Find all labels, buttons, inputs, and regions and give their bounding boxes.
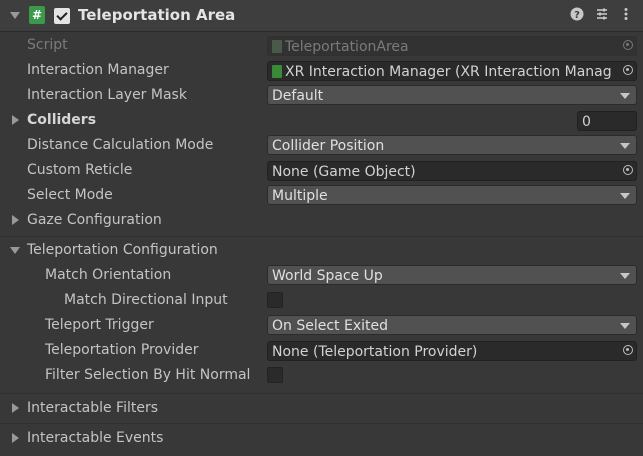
match-orientation-value: World Space Up <box>272 268 383 284</box>
select-mode-label: Select Mode <box>27 187 113 203</box>
interaction-manager-icon <box>272 65 282 78</box>
colliders-label[interactable]: Colliders <box>27 112 96 128</box>
gaze-configuration-foldout-arrow-icon[interactable] <box>12 215 19 225</box>
gaze-configuration-foldout[interactable]: Gaze Configuration <box>27 212 162 228</box>
chevron-down-icon <box>620 193 630 199</box>
script-label: Script <box>27 37 68 53</box>
chevron-down-icon <box>620 323 630 329</box>
teleportation-provider-field[interactable]: None (Teleportation Provider) <box>267 341 637 361</box>
select-mode-dropdown[interactable]: Multiple <box>267 185 637 205</box>
distance-calculation-mode-dropdown[interactable]: Collider Position <box>267 135 637 155</box>
interaction-manager-label: Interaction Manager <box>27 62 169 78</box>
match-orientation-label: Match Orientation <box>45 267 172 283</box>
interaction-layer-mask-dropdown[interactable]: Default <box>267 85 637 105</box>
teleportation-provider-value: None (Teleportation Provider) <box>272 344 478 360</box>
teleport-trigger-label: Teleport Trigger <box>45 317 154 333</box>
match-directional-input-label: Match Directional Input <box>64 292 228 308</box>
teleport-trigger-value: On Select Exited <box>272 318 388 334</box>
interactable-filters-foldout[interactable]: Interactable Filters <box>27 400 158 416</box>
object-picker-icon[interactable] <box>623 65 633 75</box>
interaction-manager-field[interactable]: XR Interaction Manager (XR Interaction M… <box>267 61 637 81</box>
section-divider <box>0 423 643 424</box>
filter-selection-by-hit-normal-checkbox[interactable] <box>267 367 283 383</box>
script-component-icon: # <box>29 6 45 24</box>
interaction-manager-value: XR Interaction Manager (XR Interaction M… <box>285 64 612 80</box>
chevron-down-icon <box>620 143 630 149</box>
colliders-size-field[interactable]: 0 <box>577 111 637 131</box>
distance-calculation-mode-value: Collider Position <box>272 138 385 154</box>
interactable-events-foldout-arrow-icon[interactable] <box>12 433 19 443</box>
component-foldout-arrow-icon[interactable] <box>10 12 20 19</box>
help-icon[interactable]: ? <box>570 7 584 21</box>
select-mode-value: Multiple <box>272 188 328 204</box>
distance-calculation-mode-label: Distance Calculation Mode <box>27 137 214 153</box>
svg-text:?: ? <box>574 10 580 21</box>
custom-reticle-field[interactable]: None (Game Object) <box>267 161 637 181</box>
object-picker-icon[interactable] <box>623 165 633 175</box>
script-field-value: TeleportationArea <box>285 39 409 55</box>
chevron-down-icon <box>620 93 630 99</box>
object-picker-icon[interactable] <box>623 345 633 355</box>
interactable-events-foldout[interactable]: Interactable Events <box>27 430 163 446</box>
teleportation-configuration-foldout[interactable]: Teleportation Configuration <box>27 242 218 258</box>
section-divider <box>0 393 643 394</box>
teleportation-provider-label: Teleportation Provider <box>45 342 199 358</box>
component-header[interactable]: # Teleportation Area ? <box>0 0 643 32</box>
interaction-layer-mask-value: Default <box>272 88 324 104</box>
interactable-filters-foldout-arrow-icon[interactable] <box>12 403 19 413</box>
section-divider <box>0 236 643 237</box>
preset-icon[interactable] <box>595 7 609 21</box>
component-title: Teleportation Area <box>78 6 236 24</box>
teleport-trigger-dropdown[interactable]: On Select Exited <box>267 315 637 335</box>
script-field: TeleportationArea <box>267 36 637 56</box>
chevron-down-icon <box>620 273 630 279</box>
script-file-icon <box>272 40 282 53</box>
context-menu-icon[interactable] <box>619 7 633 21</box>
teleportation-configuration-foldout-arrow-icon[interactable] <box>10 247 20 254</box>
match-orientation-dropdown[interactable]: World Space Up <box>267 265 637 285</box>
filter-selection-by-hit-normal-label: Filter Selection By Hit Normal <box>45 367 251 383</box>
object-picker-icon <box>623 40 633 50</box>
custom-reticle-value: None (Game Object) <box>272 164 416 180</box>
custom-reticle-label: Custom Reticle <box>27 162 133 178</box>
colliders-foldout-arrow-icon[interactable] <box>12 115 19 125</box>
match-directional-input-checkbox[interactable] <box>267 292 283 308</box>
component-enabled-checkbox[interactable] <box>54 8 70 24</box>
interaction-layer-mask-label: Interaction Layer Mask <box>27 87 187 103</box>
